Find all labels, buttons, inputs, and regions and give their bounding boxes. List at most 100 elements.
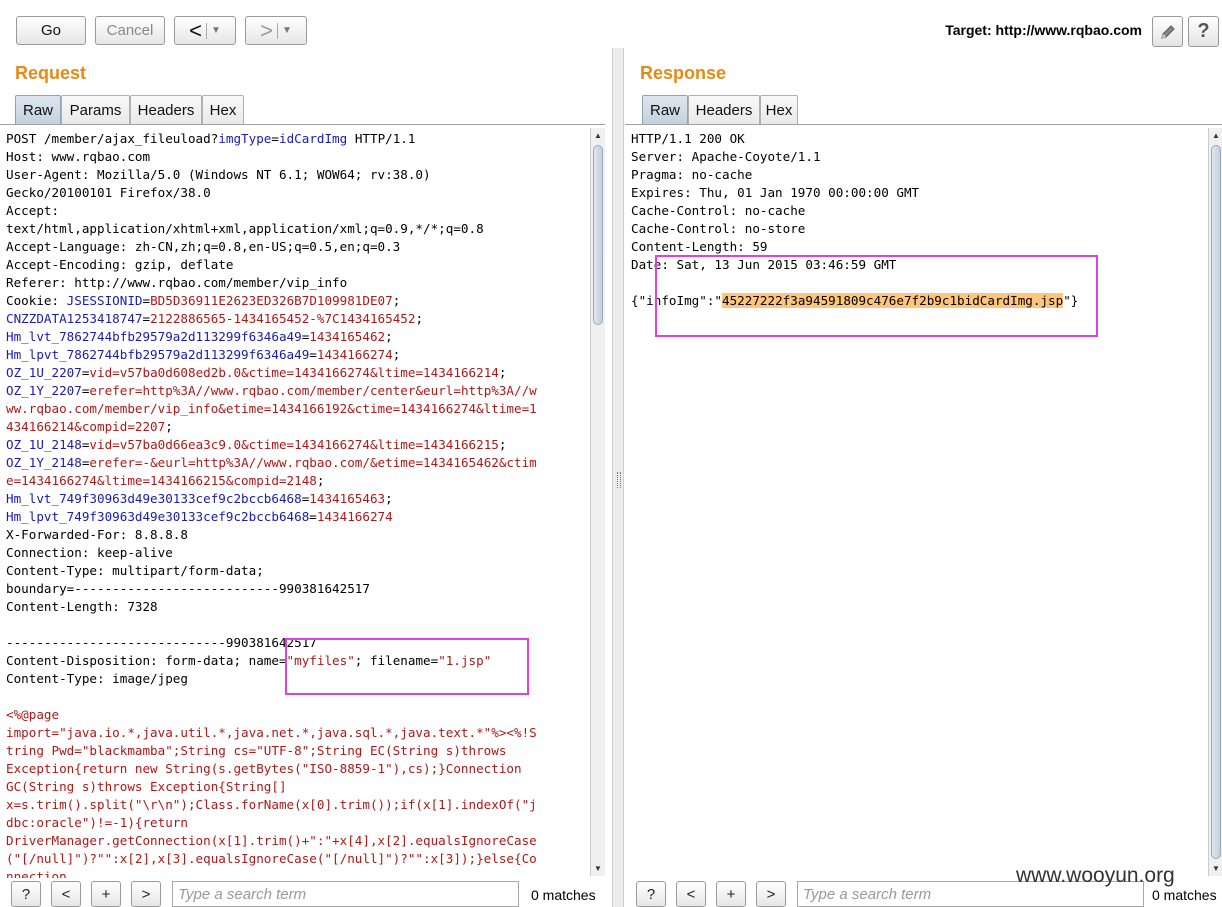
tab-request-raw[interactable]: Raw	[15, 95, 61, 124]
request-search-bar: ? < + > Type a search term 0 matches	[0, 878, 612, 907]
param-name: imgType	[218, 131, 272, 146]
text-segment: Content-Type: image/jpeg	[6, 671, 188, 686]
tab-response-hex[interactable]: Hex	[760, 95, 798, 124]
code-line: nnection	[6, 868, 537, 878]
param-name: Hm_lvt_7862744bfb29579a2d113299f6346a49	[6, 329, 302, 344]
pane-splitter[interactable]	[612, 48, 624, 907]
param-name: JSESSIONID	[66, 293, 143, 308]
code-line: Pragma: no-cache	[631, 166, 1078, 184]
scroll-thumb[interactable]	[593, 145, 603, 325]
code-line: Accept-Encoding: gzip, deflate	[6, 256, 537, 274]
pencil-icon	[1160, 24, 1175, 39]
param-value: GC(String s)throws Exception{String[]	[6, 779, 287, 794]
forward-arrow-icon: >	[260, 17, 273, 43]
param-value: ("[/null]")?"":x[2],x[3].equalsIgnoreCas…	[6, 851, 537, 866]
text-segment: =	[309, 347, 317, 362]
param-name: Hm_lpvt_7862744bfb29579a2d113299f6346a49	[6, 347, 310, 362]
param-name: OZ_1Y_2207	[6, 383, 82, 398]
search-input[interactable]: Type a search term	[172, 881, 519, 907]
param-value: DriverManager.getConnection(x[1].trim()+…	[6, 833, 537, 848]
param-value: vid=v57ba0d66ea3c9.0&ctime=1434166274&lt…	[89, 437, 499, 452]
param-value: 1434166274	[316, 509, 393, 524]
scroll-down-icon[interactable]: ▼	[594, 864, 602, 873]
search-next-button[interactable]: >	[131, 881, 161, 907]
splitter-grip[interactable]	[617, 472, 621, 488]
code-line: import="java.io.*,java.util.*,java.net.*…	[6, 724, 537, 742]
chevron-down-icon[interactable]: ▼	[211, 25, 221, 36]
text-segment: ;	[316, 473, 325, 488]
code-line: Expires: Thu, 01 Jan 1970 00:00:00 GMT	[631, 184, 1078, 202]
text-segment: Expires: Thu, 01 Jan 1970 00:00:00 GMT	[631, 185, 920, 200]
text-segment: Accept-Encoding: gzip, deflate	[6, 257, 234, 272]
text-segment: ;	[165, 419, 173, 434]
param-value: vid=v57ba0d608ed2b.0&ctime=1434166274&lt…	[89, 365, 499, 380]
code-line: ww.rqbao.com/member/vip_info&etime=14341…	[6, 400, 537, 418]
text-segment: Gecko/20100101 Firefox/38.0	[6, 185, 211, 200]
text-segment: -----------------------------99038164251…	[6, 635, 317, 650]
edit-target-button[interactable]	[1152, 16, 1183, 47]
text-segment: ;	[385, 329, 393, 344]
text-segment: Pragma: no-cache	[631, 167, 753, 182]
scroll-up-icon[interactable]: ▲	[594, 131, 602, 140]
request-editor[interactable]: POST /member/ajax_fileuload?imgType=idCa…	[0, 126, 590, 878]
response-title: Response	[640, 63, 727, 83]
text-segment: Referer: http://www.rqbao.com/member/vip…	[6, 275, 348, 290]
request-title: Request	[15, 63, 87, 83]
request-raw-text[interactable]: POST /member/ajax_fileuload?imgType=idCa…	[6, 130, 537, 878]
scroll-up-icon[interactable]: ▲	[1212, 131, 1220, 140]
search-next-button[interactable]: >	[756, 881, 786, 907]
back-button[interactable]: < ▼	[174, 16, 236, 45]
text-segment: User-Agent: Mozilla/5.0 (Windows NT 6.1;…	[6, 167, 431, 182]
cancel-button[interactable]: Cancel	[95, 16, 165, 45]
tab-request-headers[interactable]: Headers	[130, 95, 202, 124]
tab-response-headers[interactable]: Headers	[688, 95, 760, 124]
response-editor[interactable]: HTTP/1.1 200 OK Server: Apache-Coyote/1.1…	[625, 126, 1208, 878]
response-scrollbar[interactable]: ▲ ▼	[1208, 128, 1222, 876]
text-segment: Accept:	[6, 203, 60, 218]
search-add-button[interactable]: +	[716, 881, 746, 907]
go-button[interactable]: Go	[16, 16, 86, 45]
code-line: dbc:oracle")!=-1){return	[6, 814, 537, 832]
code-line: POST /member/ajax_fileuload?imgType=idCa…	[6, 130, 537, 148]
param-value: 1434165462	[309, 329, 386, 344]
param-name: OZ_1Y_2148	[6, 455, 82, 470]
forward-button[interactable]: > ▼	[245, 16, 307, 45]
search-help-button[interactable]: ?	[636, 881, 666, 907]
search-prev-button[interactable]: <	[51, 881, 81, 907]
text-segment: POST /member/ajax_fileuload?	[6, 131, 219, 146]
code-line: OZ_1Y_2207=erefer=http%3A//www.rqbao.com…	[6, 382, 537, 400]
plus-icon: +	[726, 885, 736, 903]
tab-request-params[interactable]: Params	[61, 95, 130, 124]
search-help-button[interactable]: ?	[11, 881, 41, 907]
search-add-button[interactable]: +	[91, 881, 121, 907]
help-button[interactable]: ?	[1188, 16, 1219, 47]
text-segment: Host: www.rqbao.com	[6, 149, 151, 164]
text-segment: Cache-Control: no-cache	[631, 203, 806, 218]
code-line: OZ_1U_2148=vid=v57ba0d66ea3c9.0&ctime=14…	[6, 436, 537, 454]
scroll-down-icon[interactable]: ▼	[1212, 864, 1220, 873]
search-prev-button[interactable]: <	[676, 881, 706, 907]
text-segment: =	[142, 311, 151, 326]
prev-icon: <	[61, 885, 71, 903]
match-count: 0 matches	[531, 887, 596, 903]
text-segment: Content-Length: 59	[631, 239, 768, 254]
text-segment: ;	[385, 491, 393, 506]
param-value: tring Pwd="blackmamba";String cs="UTF-8"…	[6, 743, 507, 758]
separator	[276, 22, 278, 39]
chevron-down-icon[interactable]: ▼	[282, 25, 292, 36]
code-line: Referer: http://www.rqbao.com/member/vip…	[6, 274, 537, 292]
code-line: Hm_lpvt_749f30963d49e30133cef9c2bccb6468…	[6, 508, 537, 526]
param-name: CNZZDATA1253418747	[6, 311, 143, 326]
tab-response-raw[interactable]: Raw	[642, 95, 688, 124]
text-segment: Cookie:	[6, 293, 67, 308]
annotation-box-infoimg	[655, 255, 1098, 337]
code-line: Exception{return new String(s.getBytes("…	[6, 760, 537, 778]
request-scrollbar[interactable]: ▲ ▼	[590, 128, 605, 876]
tab-request-hex[interactable]: Hex	[202, 95, 244, 124]
param-value: ww.rqbao.com/member/vip_info&etime=14341…	[6, 401, 537, 416]
help-icon: ?	[21, 885, 31, 903]
next-icon: >	[141, 885, 151, 903]
param-value: BD5D36911E2623ED326B7D109981DE07	[150, 293, 393, 308]
scroll-thumb[interactable]	[1211, 145, 1221, 859]
